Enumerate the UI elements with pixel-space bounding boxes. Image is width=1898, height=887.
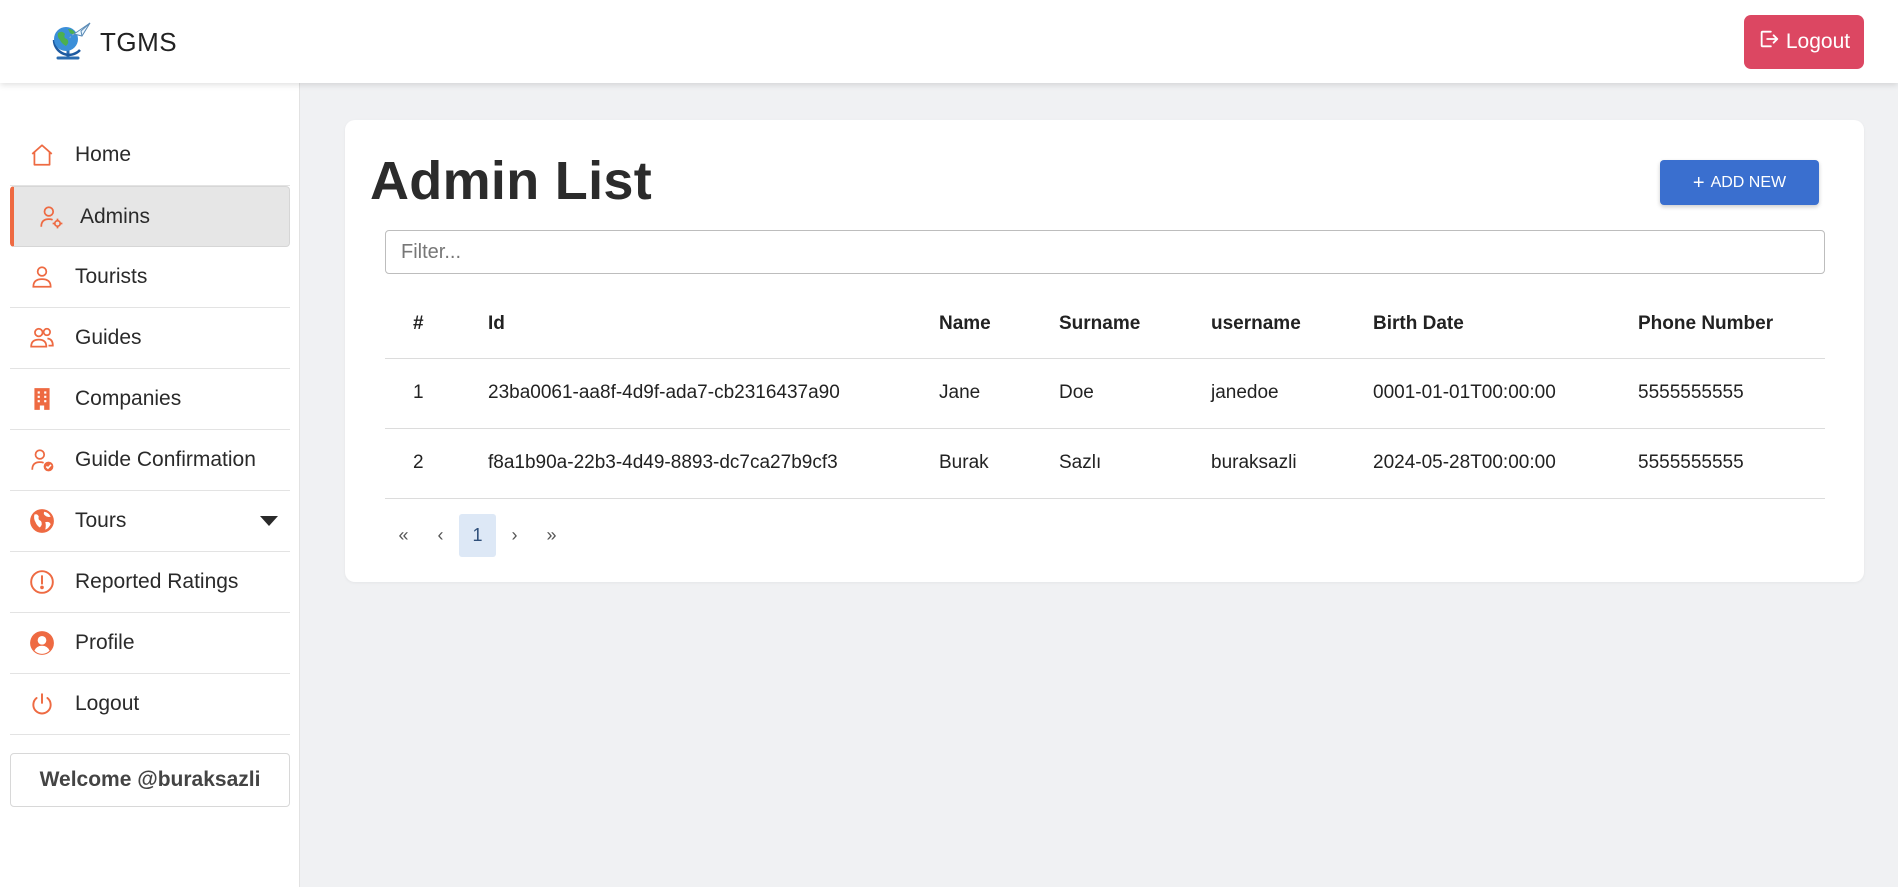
cell-phone-number: 5555555555 <box>1638 428 1825 499</box>
cell-index: 1 <box>385 358 488 429</box>
cell-birth-date: 0001-01-01T00:00:00 <box>1373 358 1638 429</box>
cell-surname: Sazlı <box>1059 428 1211 499</box>
welcome-message: Welcome @buraksazli <box>10 753 290 807</box>
page-title: Admin List <box>370 151 652 211</box>
sidebar-item-logout[interactable]: Logout <box>10 674 290 735</box>
sidebar-item-label: Reported Ratings <box>75 570 239 593</box>
sidebar-item-tourists[interactable]: Tourists <box>10 247 290 308</box>
power-icon <box>29 691 55 717</box>
sidebar-item-label: Home <box>75 143 132 166</box>
globe-icon <box>29 508 55 534</box>
sidebar-item-label: Companies <box>75 387 182 410</box>
user-check-icon <box>29 447 55 473</box>
cell-surname: Doe <box>1059 358 1211 429</box>
pagination-next-button[interactable]: › <box>496 514 533 557</box>
pagination-first-button[interactable]: « <box>385 514 422 557</box>
app-name: TGMS <box>100 26 178 57</box>
user-icon <box>29 264 55 290</box>
admin-list-card: Admin List + ADD NEW # Id Name Surname u… <box>345 120 1864 582</box>
pagination-page-button[interactable]: 1 <box>459 514 496 557</box>
sidebar-item-label: Guides <box>75 326 142 349</box>
home-icon <box>29 142 55 168</box>
sidebar-item-profile[interactable]: Profile <box>10 613 290 674</box>
sidebar-item-label: Tourists <box>75 265 148 288</box>
brand[interactable]: TGMS <box>48 20 177 64</box>
column-header-surname[interactable]: Surname <box>1059 290 1211 359</box>
cell-birth-date: 2024-05-28T00:00:00 <box>1373 428 1638 499</box>
cell-name: Burak <box>939 428 1059 499</box>
cell-username: janedoe <box>1211 358 1373 429</box>
column-header-phone-number[interactable]: Phone Number <box>1638 290 1825 359</box>
sidebar: Home Admins Tourists Guides Companies Gu… <box>0 83 300 887</box>
column-header-birth-date[interactable]: Birth Date <box>1373 290 1638 359</box>
pagination: « ‹ 1 › » <box>385 514 570 557</box>
user-gear-icon <box>38 204 64 230</box>
add-new-label: ADD NEW <box>1710 173 1787 191</box>
sidebar-item-tours[interactable]: Tours <box>10 491 290 552</box>
pagination-last-button[interactable]: » <box>533 514 570 557</box>
user-circle-icon <box>29 630 55 656</box>
sidebar-nav: Home Admins Tourists Guides Companies Gu… <box>10 125 290 735</box>
column-header-username[interactable]: username <box>1211 290 1373 359</box>
column-header-name[interactable]: Name <box>939 290 1059 359</box>
cell-username: buraksazli <box>1211 428 1373 499</box>
sidebar-item-home[interactable]: Home <box>10 125 290 186</box>
top-bar: TGMS Logout <box>0 0 1898 83</box>
header-logout-button[interactable]: Logout <box>1744 15 1864 69</box>
cell-phone-number: 5555555555 <box>1638 358 1825 429</box>
sidebar-item-admins[interactable]: Admins <box>10 186 290 247</box>
plus-icon: + <box>1692 171 1705 194</box>
sidebar-item-label: Logout <box>75 692 140 715</box>
sidebar-item-companies[interactable]: Companies <box>10 369 290 430</box>
sidebar-item-guides[interactable]: Guides <box>10 308 290 369</box>
logout-icon <box>1758 28 1780 56</box>
globe-plane-logo-icon <box>48 20 92 64</box>
building-icon <box>29 386 55 412</box>
table-row[interactable]: 1 23ba0061-aa8f-4d9f-ada7-cb2316437a90 J… <box>385 358 1825 429</box>
cell-name: Jane <box>939 358 1059 429</box>
sidebar-item-reported-ratings[interactable]: Reported Ratings <box>10 552 290 613</box>
users-icon <box>29 325 55 351</box>
admin-table: # Id Name Surname username Birth Date Ph… <box>385 290 1825 499</box>
header-logout-label: Logout <box>1785 30 1851 53</box>
sidebar-item-label: Profile <box>75 631 135 654</box>
cell-index: 2 <box>385 428 488 499</box>
sidebar-item-guide-confirmation[interactable]: Guide Confirmation <box>10 430 290 491</box>
column-header-index[interactable]: # <box>385 290 488 359</box>
sidebar-item-label: Admins <box>80 204 151 228</box>
add-new-button[interactable]: + ADD NEW <box>1660 160 1819 205</box>
cell-id: 23ba0061-aa8f-4d9f-ada7-cb2316437a90 <box>488 358 939 429</box>
cell-id: f8a1b90a-22b3-4d49-8893-dc7ca27b9cf3 <box>488 428 939 499</box>
sidebar-item-label: Guide Confirmation <box>75 448 256 471</box>
chevron-down-icon[interactable] <box>260 516 278 526</box>
filter-input[interactable] <box>385 230 1825 274</box>
exclamation-circle-icon <box>29 569 55 595</box>
table-header-row: # Id Name Surname username Birth Date Ph… <box>385 290 1825 359</box>
sidebar-item-label: Tours <box>75 509 127 532</box>
pagination-prev-button[interactable]: ‹ <box>422 514 459 557</box>
table-row[interactable]: 2 f8a1b90a-22b3-4d49-8893-dc7ca27b9cf3 B… <box>385 428 1825 499</box>
column-header-id[interactable]: Id <box>488 290 939 359</box>
